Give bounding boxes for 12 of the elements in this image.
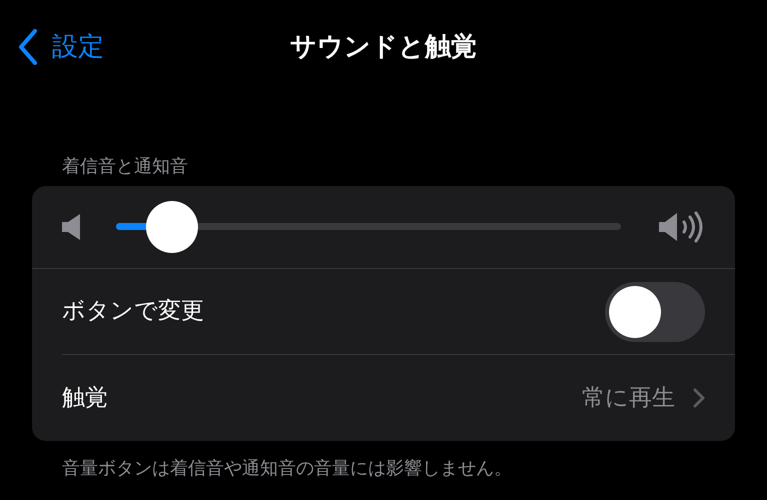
page-title: サウンドと触覚 bbox=[290, 30, 477, 64]
row-label: 触覚 bbox=[62, 384, 109, 413]
back-icon bbox=[18, 29, 38, 65]
chevron-icon bbox=[693, 388, 705, 408]
back-button[interactable]: 設定 bbox=[18, 0, 104, 94]
row-label: ボタンで変更 bbox=[62, 297, 205, 326]
footer-note: 音量ボタンは着信音や通知音の音量には影響しません。 bbox=[62, 457, 513, 481]
speaker-loud-icon bbox=[659, 211, 705, 243]
section-header: 着信音と通知音 bbox=[62, 154, 189, 178]
haptics-row[interactable]: 触覚 常に再生 bbox=[62, 355, 735, 441]
speaker-icon bbox=[62, 214, 80, 240]
row-value: 常に再生 bbox=[582, 384, 675, 413]
